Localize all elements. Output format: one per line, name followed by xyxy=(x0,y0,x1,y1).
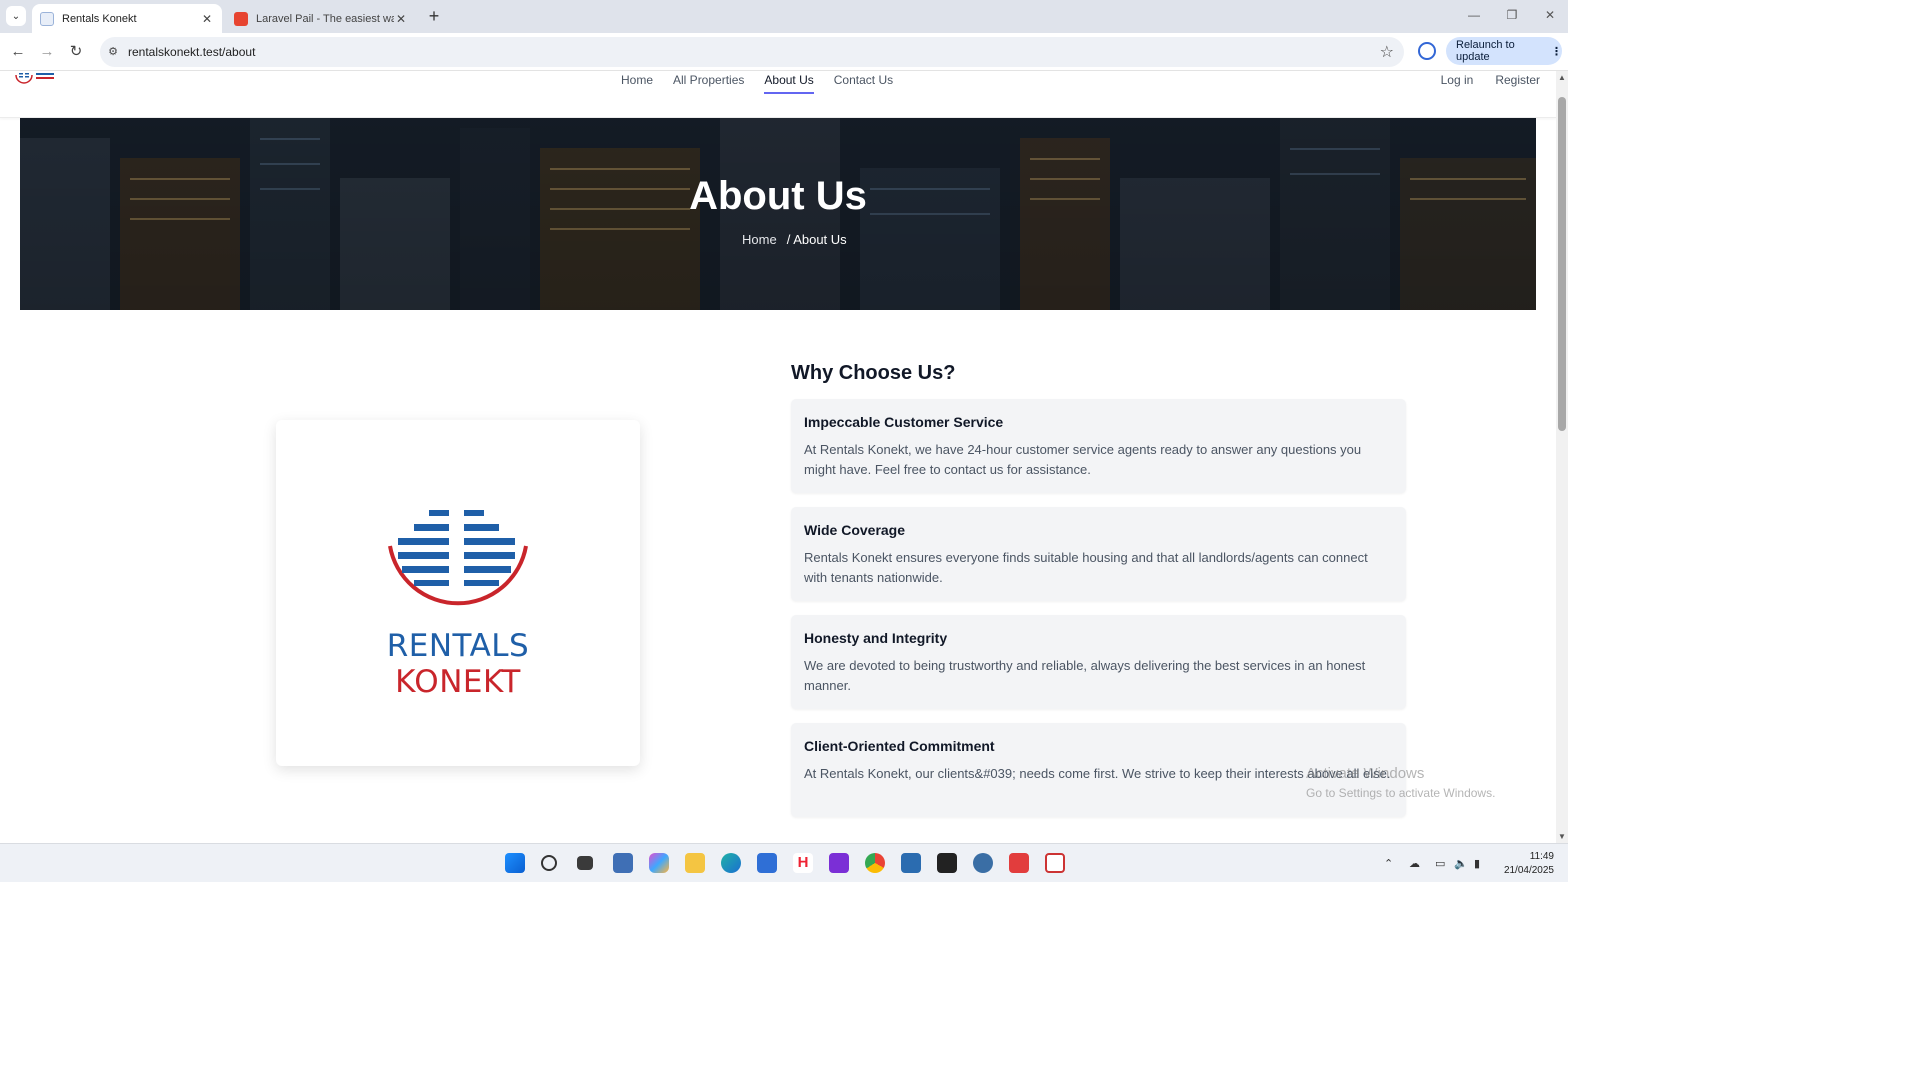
windows-taskbar: H ⌃ ☁ ▭ 🔈 ▮ 11:49 21/04/2025 xyxy=(0,843,1568,882)
breadcrumb: Home / About Us xyxy=(742,232,847,247)
chevron-up-icon[interactable]: ⌃ xyxy=(1384,857,1393,870)
back-icon[interactable]: ← xyxy=(8,42,28,62)
postgres-icon[interactable] xyxy=(973,853,993,873)
url-text[interactable]: rentalskonekt.test/about xyxy=(128,45,255,59)
section-heading: Why Choose Us? xyxy=(791,362,956,384)
site-logo[interactable] xyxy=(14,71,62,87)
site-info-icon[interactable]: ⚙ xyxy=(106,45,120,59)
phpstorm-icon[interactable] xyxy=(829,853,849,873)
volume-icon[interactable]: 🔈 xyxy=(1454,857,1468,870)
snipping-tool-icon[interactable] xyxy=(1045,853,1065,873)
feature-title: Wide Coverage xyxy=(804,522,906,538)
auth-links: Log in Register xyxy=(1419,71,1540,87)
profile-icon[interactable] xyxy=(1418,42,1436,60)
task-view-icon[interactable] xyxy=(577,856,593,870)
feature-text: We are devoted to being trustworthy and … xyxy=(804,658,1366,693)
rentals-konekt-logo xyxy=(388,510,528,606)
reload-icon[interactable]: ↻ xyxy=(66,42,86,62)
logo-text-rentals: RENTALS xyxy=(386,628,530,664)
page-scrollbar[interactable]: ▲ ▼ xyxy=(1556,71,1568,843)
tab-laravel-pail[interactable]: Laravel Pail - The easiest way to ✕ xyxy=(226,4,416,33)
breadcrumb-current: / About Us xyxy=(786,232,847,247)
new-tab-button[interactable]: + xyxy=(424,6,444,26)
clock-date: 21/04/2025 xyxy=(1503,865,1554,876)
feature-text: At Rentals Konekt, our clients&#039; nee… xyxy=(804,766,1391,781)
windows-activation-watermark: Activate Windows Go to Settings to activ… xyxy=(1306,765,1495,800)
search-icon[interactable] xyxy=(541,855,557,871)
feature-text: At Rentals Konekt, we have 24-hour custo… xyxy=(804,442,1362,477)
browser-tab-bar: ⌄ Rentals Konekt ✕ Laravel Pail - The ea… xyxy=(0,0,1568,33)
store-icon[interactable] xyxy=(757,853,777,873)
address-bar[interactable]: ⚙ rentalskonekt.test/about ☆ xyxy=(100,37,1404,67)
nav-all-properties[interactable]: All Properties xyxy=(673,71,744,94)
feature-card: Impeccable Customer Service At Rentals K… xyxy=(791,399,1406,493)
breadcrumb-home[interactable]: Home xyxy=(742,232,777,247)
herd-icon[interactable]: H xyxy=(793,853,813,873)
nav-home[interactable]: Home xyxy=(621,71,653,94)
more-menu-icon[interactable]: ⋮ xyxy=(1551,45,1562,58)
windows-start-icon[interactable] xyxy=(505,853,525,873)
scroll-up-icon[interactable]: ▲ xyxy=(1558,73,1566,82)
rentals-konekt-favicon-icon xyxy=(40,11,54,26)
scroll-down-icon[interactable]: ▼ xyxy=(1558,832,1566,841)
feature-text: Rentals Konekt ensures everyone finds su… xyxy=(804,550,1368,585)
minimize-icon[interactable]: — xyxy=(1464,8,1484,22)
browser-toolbar: ← → ↻ ⚙ rentalskonekt.test/about ☆ xyxy=(0,33,1568,71)
forward-icon[interactable]: → xyxy=(37,42,57,62)
scrollbar-thumb[interactable] xyxy=(1558,97,1566,431)
powershell-icon[interactable] xyxy=(613,853,633,873)
nav-about-us[interactable]: About Us xyxy=(764,71,814,94)
login-link[interactable]: Log in xyxy=(1441,71,1474,87)
close-icon[interactable]: ✕ xyxy=(200,12,214,26)
clock-time: 11:49 xyxy=(1529,851,1554,862)
tab-title: Rentals Konekt xyxy=(62,12,137,25)
photos-icon[interactable] xyxy=(901,853,921,873)
web-page: Home All Properties About Us Contact Us … xyxy=(0,71,1556,843)
feature-card: Honesty and Integrity We are devoted to … xyxy=(791,615,1406,709)
company-logo-card: RENTALS KONEKT xyxy=(276,420,640,766)
display-icon[interactable]: ▭ xyxy=(1435,857,1445,870)
tab-search-button[interactable]: ⌄ xyxy=(6,6,26,26)
redis-icon[interactable] xyxy=(1009,853,1029,873)
window-close-icon[interactable]: ✕ xyxy=(1540,8,1560,22)
battery-icon[interactable]: ▮ xyxy=(1474,857,1480,870)
relaunch-label: Relaunch to update xyxy=(1456,39,1515,63)
register-link[interactable]: Register xyxy=(1495,71,1540,87)
nav-contact-us[interactable]: Contact Us xyxy=(834,71,893,94)
site-header: Home All Properties About Us Contact Us … xyxy=(0,71,1556,118)
restore-icon[interactable]: ❐ xyxy=(1502,8,1522,22)
watermark-title: Activate Windows xyxy=(1306,765,1425,782)
tab-title: Laravel Pail - The easiest way to xyxy=(256,12,394,25)
terminal-icon[interactable] xyxy=(937,853,957,873)
page-title: About Us xyxy=(689,174,867,218)
logo-text-konekt: KONEKT xyxy=(395,664,521,700)
main-nav: Home All Properties About Us Contact Us xyxy=(621,71,913,94)
edge-icon[interactable] xyxy=(721,853,741,873)
feature-title: Honesty and Integrity xyxy=(804,630,948,646)
why-choose-us-section: Why Choose Us? Impeccable Customer Servi… xyxy=(791,362,1406,831)
chrome-icon[interactable] xyxy=(865,853,885,873)
laravel-favicon-icon xyxy=(234,11,248,26)
system-clock[interactable]: 11:49 21/04/2025 xyxy=(1504,850,1554,878)
feature-title: Client-Oriented Commitment xyxy=(804,738,995,754)
tab-rentals-konekt[interactable]: Rentals Konekt ✕ xyxy=(32,4,222,33)
feature-title: Impeccable Customer Service xyxy=(804,414,1004,430)
watermark-subtitle: Go to Settings to activate Windows. xyxy=(1306,786,1496,800)
close-icon[interactable]: ✕ xyxy=(394,12,408,26)
relaunch-button[interactable]: Relaunch to update ⋮ xyxy=(1446,37,1562,65)
bookmark-star-icon[interactable]: ☆ xyxy=(1380,42,1394,62)
hero-banner: About Us Home / About Us xyxy=(20,118,1536,310)
onedrive-icon[interactable]: ☁ xyxy=(1409,857,1420,870)
feature-card: Wide Coverage Rentals Konekt ensures eve… xyxy=(791,507,1406,601)
copilot-icon[interactable] xyxy=(649,853,669,873)
file-explorer-icon[interactable] xyxy=(685,853,705,873)
